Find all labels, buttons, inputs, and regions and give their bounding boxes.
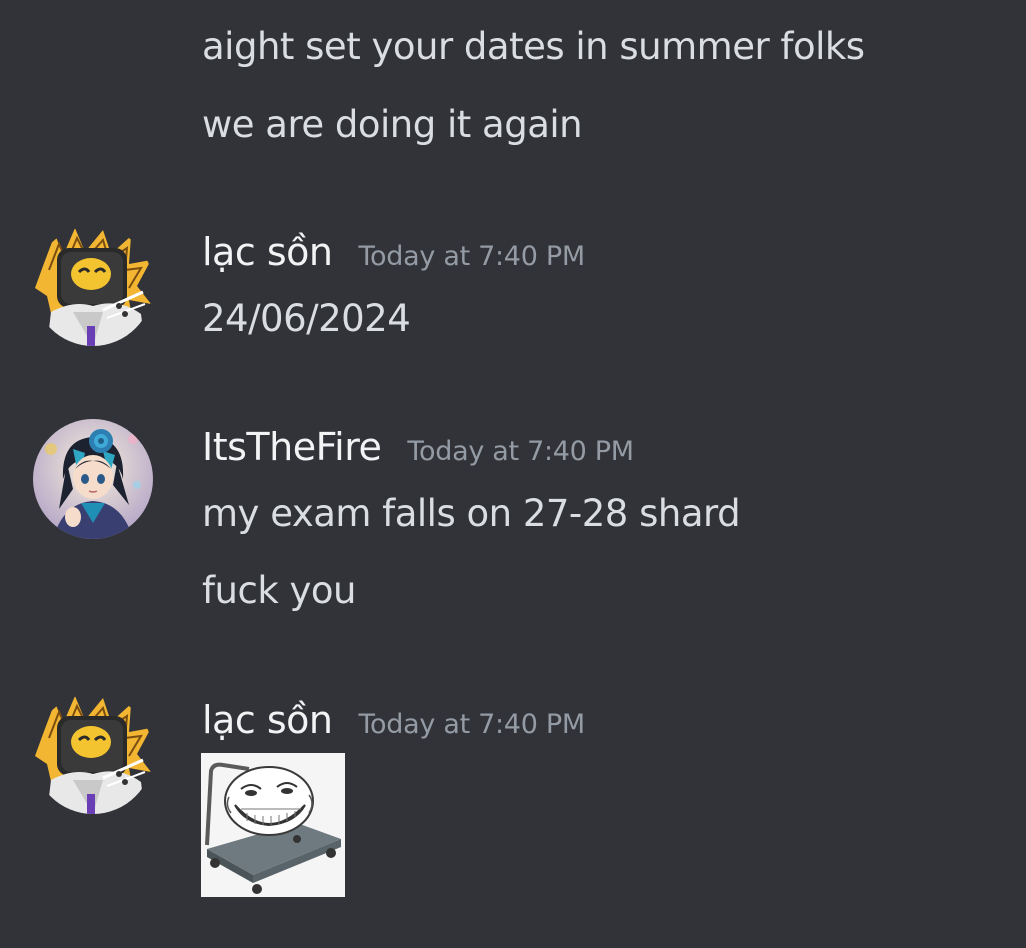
robot-avatar-icon[interactable] bbox=[33, 694, 153, 814]
message-text: aight set your dates in summer folks bbox=[202, 25, 865, 68]
username[interactable]: lạc sồn bbox=[202, 698, 333, 742]
message-text: we are doing it again bbox=[202, 103, 583, 146]
message-header: lạc sồn Today at 7:40 PM bbox=[202, 698, 585, 742]
message-text: 24/06/2024 bbox=[202, 297, 411, 340]
timestamp[interactable]: Today at 7:40 PM bbox=[407, 436, 634, 467]
username[interactable]: lạc sồn bbox=[202, 230, 333, 274]
message-header: lạc sồn Today at 7:40 PM bbox=[202, 230, 585, 274]
timestamp[interactable]: Today at 7:40 PM bbox=[358, 709, 585, 740]
username[interactable]: ItsTheFire bbox=[202, 425, 382, 469]
message-text: my exam falls on 27-28 shard bbox=[202, 492, 741, 535]
trollface-cart-image-icon[interactable] bbox=[201, 753, 345, 897]
anime-character-avatar-icon[interactable] bbox=[33, 419, 153, 539]
message-header: ItsTheFire Today at 7:40 PM bbox=[202, 425, 634, 469]
timestamp[interactable]: Today at 7:40 PM bbox=[358, 241, 585, 272]
message-text: fuck you bbox=[202, 569, 357, 612]
robot-avatar-icon[interactable] bbox=[33, 226, 153, 346]
